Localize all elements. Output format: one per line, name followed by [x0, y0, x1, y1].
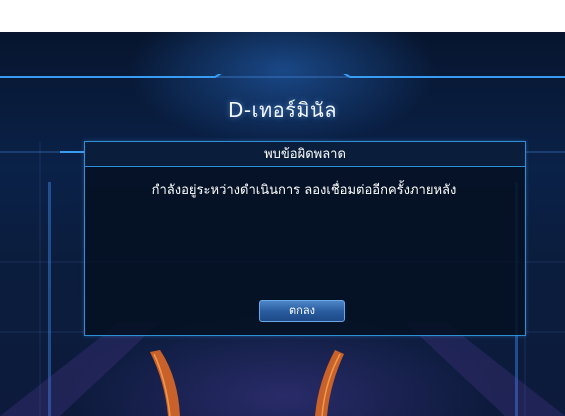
- screen-title: D-เทอร์มินัล: [227, 98, 337, 122]
- dialog-header: พบข้อผิดพลาด: [85, 142, 525, 167]
- dialog-message: กำลังอยู่ระหว่างดำเนินการ ลองเชื่อมต่ออี…: [151, 183, 457, 198]
- error-dialog: พบข้อผิดพลาด กำลังอยู่ระหว่างดำเนินการ ล…: [84, 141, 526, 336]
- ok-button[interactable]: ตกลง: [259, 300, 345, 322]
- top-white-strip: [0, 0, 565, 32]
